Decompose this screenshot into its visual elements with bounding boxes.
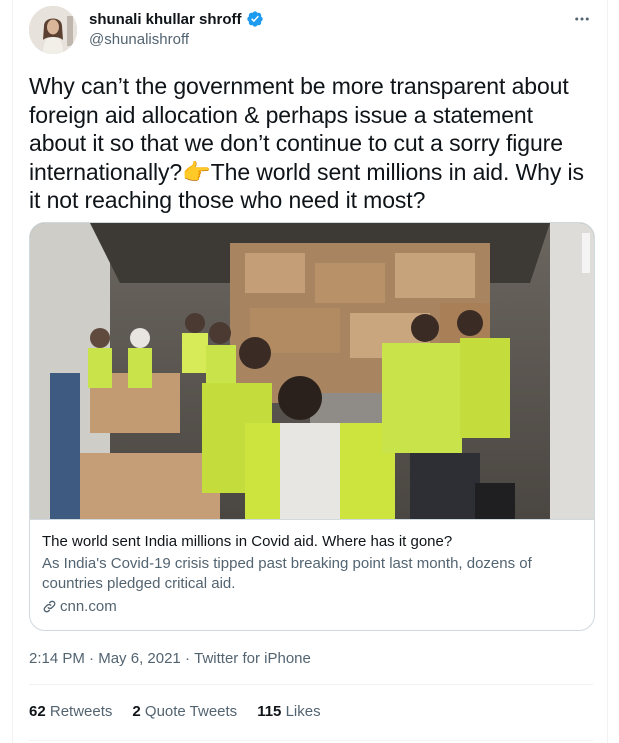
meta-separator: · — [84, 650, 99, 667]
retweets-label: Retweets — [49, 703, 113, 720]
pointing-right-emoji-icon: 👉 — [182, 158, 211, 185]
verified-badge-icon — [246, 10, 264, 28]
tweet-metadata: 2:14 PM · May 6, 2021 · Twitter for iPho… — [29, 650, 311, 667]
handle[interactable]: @shunalishroff — [89, 31, 264, 48]
link-icon — [42, 599, 57, 614]
more-button[interactable] — [567, 6, 597, 36]
tweet-time[interactable]: 2:14 PM — [29, 650, 85, 667]
card-domain-row: cnn.com — [42, 596, 582, 616]
author-info: shunali khullar shroff @shunalishroff — [89, 9, 264, 48]
likes-count: 115 — [257, 703, 286, 720]
quote-tweets-count: 2 — [132, 703, 145, 720]
card-image — [30, 223, 594, 519]
card-title: The world sent India millions in Covid a… — [42, 533, 453, 550]
retweets-stat[interactable]: 62 Retweets — [29, 703, 112, 720]
stats-divider-bottom — [29, 740, 593, 741]
link-card[interactable]: The world sent India millions in Covid a… — [29, 222, 595, 631]
quote-tweets-stat[interactable]: 2 Quote Tweets — [132, 703, 237, 720]
tweet-detail: shunali khullar shroff @shunalishroff Wh… — [12, 0, 608, 743]
tweet-date[interactable]: May 6, 2021 — [98, 650, 181, 667]
more-dots-icon — [573, 10, 591, 33]
likes-stat[interactable]: 115 Likes — [257, 703, 320, 720]
meta-separator: · — [180, 650, 195, 667]
card-domain: cnn.com — [60, 597, 117, 615]
avatar[interactable] — [29, 6, 77, 54]
tweet-text: Why can’t the government be more transpa… — [29, 72, 589, 215]
name-row: shunali khullar shroff — [89, 9, 264, 29]
engagement-stats: 62 Retweets 2 Quote Tweets 115 Likes — [29, 703, 341, 720]
retweets-count: 62 — [29, 703, 50, 720]
likes-label: Likes — [285, 703, 321, 720]
tweet-source[interactable]: Twitter for iPhone — [194, 650, 311, 667]
card-divider — [30, 519, 594, 520]
card-body: The world sent India millions in Covid a… — [42, 532, 582, 616]
quote-tweets-label: Quote Tweets — [144, 703, 238, 720]
display-name[interactable]: shunali khullar shroff — [89, 11, 242, 28]
stats-divider-top — [29, 684, 593, 685]
card-description: As India's Covid-19 crisis tipped past b… — [42, 555, 532, 592]
